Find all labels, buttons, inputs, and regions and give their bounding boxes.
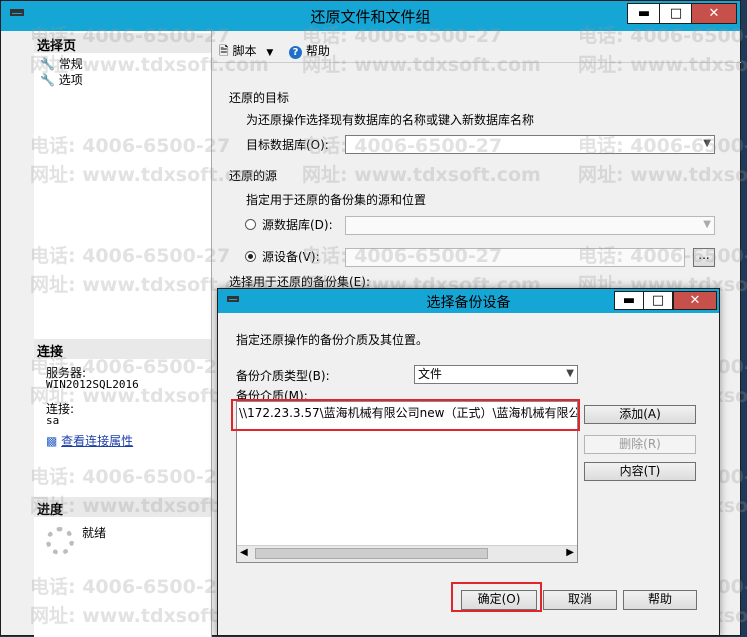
dialog-titlebar[interactable]: 选择备份设备 ▬ □ ✕ xyxy=(218,289,719,313)
dest-description: 为还原操作选择现有数据库的名称或键入新数据库名称 xyxy=(246,113,535,127)
minimize-icon[interactable]: ▬ xyxy=(614,291,644,310)
chevron-down-icon: ▼ xyxy=(703,219,711,230)
main-titlebar[interactable]: 还原文件和文件组 ▬ □ ✕ xyxy=(1,1,740,31)
window-menu-icon[interactable] xyxy=(10,9,24,16)
chevron-down-icon: ▼ xyxy=(566,368,574,379)
source-db-label: 源数据库(D): xyxy=(262,218,333,232)
dest-section-label: 还原的目标 xyxy=(229,91,290,105)
left-pane: 选择页 🔧 常规 🔧 选项 连接 服务器: WIN2012SQL2016 连接:… xyxy=(34,31,212,637)
source-section-label: 还原的源 xyxy=(229,169,278,183)
script-icon: 🗎 xyxy=(219,44,229,58)
source-device-radio[interactable] xyxy=(245,251,256,262)
browse-button[interactable]: ... xyxy=(693,248,715,267)
help-button[interactable]: ? 帮助 xyxy=(289,42,330,59)
minimize-icon[interactable]: ▬ xyxy=(627,3,661,24)
select-page-header: 选择页 xyxy=(34,33,211,54)
maximize-icon[interactable]: □ xyxy=(659,3,693,24)
source-db-combo[interactable]: ▼ xyxy=(345,216,715,235)
target-db-combo[interactable]: ▼ xyxy=(345,135,715,154)
close-icon[interactable]: ✕ xyxy=(691,3,737,24)
progress-spinner-icon xyxy=(46,527,74,555)
add-button[interactable]: 添加(A) xyxy=(584,405,696,424)
close-icon[interactable]: ✕ xyxy=(673,291,717,310)
scroll-right-icon[interactable]: ▶ xyxy=(566,547,574,558)
media-type-label: 备份介质类型(B): xyxy=(236,369,330,383)
select-backup-device-dialog: 选择备份设备 ▬ □ ✕ 指定还原操作的备份介质及其位置。 备份介质类型(B):… xyxy=(217,288,720,636)
scroll-left-icon[interactable]: ◀ xyxy=(240,547,248,558)
toolbar: 🗎 脚本 ▼ ? 帮助 xyxy=(213,37,741,63)
connection-value: sa xyxy=(46,414,60,427)
media-type-select[interactable]: 文件 ▼ xyxy=(414,365,578,384)
properties-icon: ▩ xyxy=(46,434,58,448)
progress-header: 进度 xyxy=(34,497,211,518)
highlight-box xyxy=(451,582,542,612)
view-connection-properties-link[interactable]: ▩ 查看连接属性 xyxy=(46,432,133,449)
window-menu-icon[interactable] xyxy=(227,296,239,302)
help-dialog-button[interactable]: 帮助 xyxy=(623,590,697,610)
cancel-button[interactable]: 取消 xyxy=(543,590,617,610)
remove-button[interactable]: 删除(R) xyxy=(584,435,696,454)
highlight-box xyxy=(231,399,580,431)
connection-header: 连接 xyxy=(34,339,211,360)
chevron-down-icon[interactable]: ▼ xyxy=(266,48,273,58)
source-description: 指定用于还原的备份集的源和位置 xyxy=(246,193,427,207)
source-device-field[interactable] xyxy=(345,248,685,267)
help-icon: ? xyxy=(289,46,302,59)
wrench-icon: 🔧 xyxy=(40,57,55,71)
nav-item-options[interactable]: 🔧 选项 xyxy=(40,71,83,88)
wrench-icon: 🔧 xyxy=(40,73,55,87)
target-db-label: 目标数据库(O): xyxy=(246,138,329,152)
source-device-label: 源设备(V): xyxy=(262,250,320,264)
chevron-down-icon: ▼ xyxy=(703,138,711,149)
progress-status: 就绪 xyxy=(82,526,107,540)
contents-button[interactable]: 内容(T) xyxy=(584,462,696,481)
server-value: WIN2012SQL2016 xyxy=(46,378,139,391)
source-db-radio[interactable] xyxy=(245,219,256,230)
scroll-thumb[interactable] xyxy=(255,548,488,559)
script-button[interactable]: 🗎 脚本 ▼ xyxy=(219,42,273,63)
horizontal-scrollbar[interactable]: ◀ ▶ xyxy=(237,545,577,562)
nav-item-general[interactable]: 🔧 常规 xyxy=(40,55,83,72)
dialog-description: 指定还原操作的备份介质及其位置。 xyxy=(236,333,429,347)
maximize-icon[interactable]: □ xyxy=(643,291,673,310)
